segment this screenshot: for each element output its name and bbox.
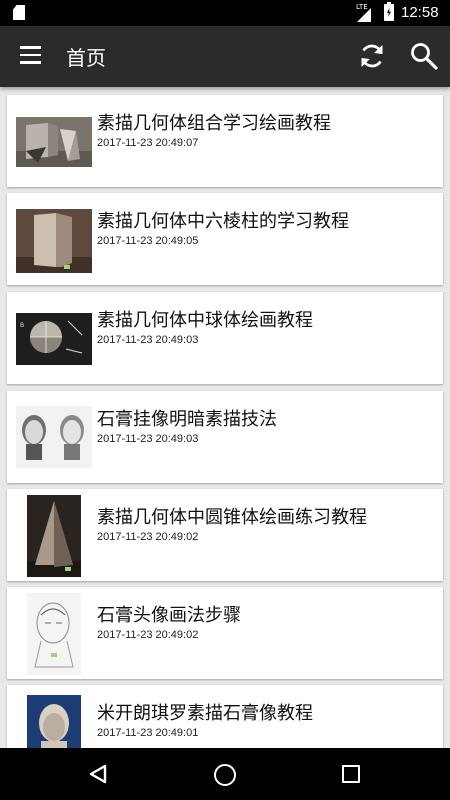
list-item[interactable]: 石膏挂像明暗素描技法 2017-11-23 20:49:03 bbox=[7, 391, 443, 483]
svg-text:B: B bbox=[20, 322, 24, 329]
article-list[interactable]: 素描几何体组合学习绘画教程 2017-11-23 20:49:07 素描几何体中… bbox=[0, 87, 450, 748]
item-title: 素描几何体中六棱柱的学习教程 bbox=[97, 211, 349, 232]
list-item[interactable]: 米开朗琪罗素描石膏像教程 2017-11-23 20:49:01 bbox=[7, 685, 443, 748]
item-timestamp: 2017-11-23 20:49:02 bbox=[97, 629, 199, 641]
battery-charging-icon bbox=[384, 2, 394, 21]
app-bar: 首页 bbox=[0, 26, 450, 87]
refresh-icon[interactable] bbox=[357, 41, 387, 71]
recents-icon[interactable] bbox=[342, 765, 360, 783]
search-icon[interactable] bbox=[409, 41, 439, 71]
list-item[interactable]: B 素描几何体中球体绘画教程 2017-11-23 20:49:03 bbox=[7, 292, 443, 384]
status-bar: LTE 12:58 bbox=[0, 0, 450, 26]
page-title: 首页 bbox=[66, 46, 106, 70]
thumbnail-image bbox=[16, 117, 92, 167]
item-title: 素描几何体中圆锥体绘画练习教程 bbox=[97, 507, 367, 528]
thumbnail-image bbox=[16, 406, 92, 468]
item-timestamp: 2017-11-23 20:49:03 bbox=[97, 433, 199, 445]
back-icon[interactable] bbox=[88, 764, 108, 784]
item-title: 素描几何体组合学习绘画教程 bbox=[97, 113, 331, 134]
item-title: 素描几何体中球体绘画教程 bbox=[97, 310, 313, 331]
item-timestamp: 2017-11-23 20:49:07 bbox=[97, 137, 199, 149]
list-item[interactable]: 素描几何体中六棱柱的学习教程 2017-11-23 20:49:05 bbox=[7, 193, 443, 285]
system-nav-bar bbox=[0, 748, 450, 800]
list-item[interactable]: 素描几何体组合学习绘画教程 2017-11-23 20:49:07 bbox=[7, 95, 443, 187]
home-icon[interactable] bbox=[214, 764, 236, 786]
thumbnail-image bbox=[27, 593, 81, 675]
item-title: 石膏头像画法步骤 bbox=[97, 605, 241, 626]
item-timestamp: 2017-11-23 20:49:05 bbox=[97, 235, 199, 247]
thumbnail-image: B bbox=[16, 313, 92, 365]
thumbnail-image bbox=[27, 495, 81, 577]
item-timestamp: 2017-11-23 20:49:01 bbox=[97, 727, 199, 739]
list-item[interactable]: 石膏头像画法步骤 2017-11-23 20:49:02 bbox=[7, 587, 443, 679]
signal-icon bbox=[357, 8, 371, 22]
thumbnail-image bbox=[16, 209, 92, 273]
list-item[interactable]: 素描几何体中圆锥体绘画练习教程 2017-11-23 20:49:02 bbox=[7, 489, 443, 581]
sd-card-icon bbox=[13, 5, 25, 20]
item-title: 米开朗琪罗素描石膏像教程 bbox=[97, 703, 313, 724]
menu-icon[interactable] bbox=[20, 46, 41, 64]
item-title: 石膏挂像明暗素描技法 bbox=[97, 409, 277, 430]
status-time: 12:58 bbox=[401, 4, 439, 21]
item-timestamp: 2017-11-23 20:49:02 bbox=[97, 531, 199, 543]
item-timestamp: 2017-11-23 20:49:03 bbox=[97, 334, 199, 346]
thumbnail-image bbox=[27, 695, 81, 748]
